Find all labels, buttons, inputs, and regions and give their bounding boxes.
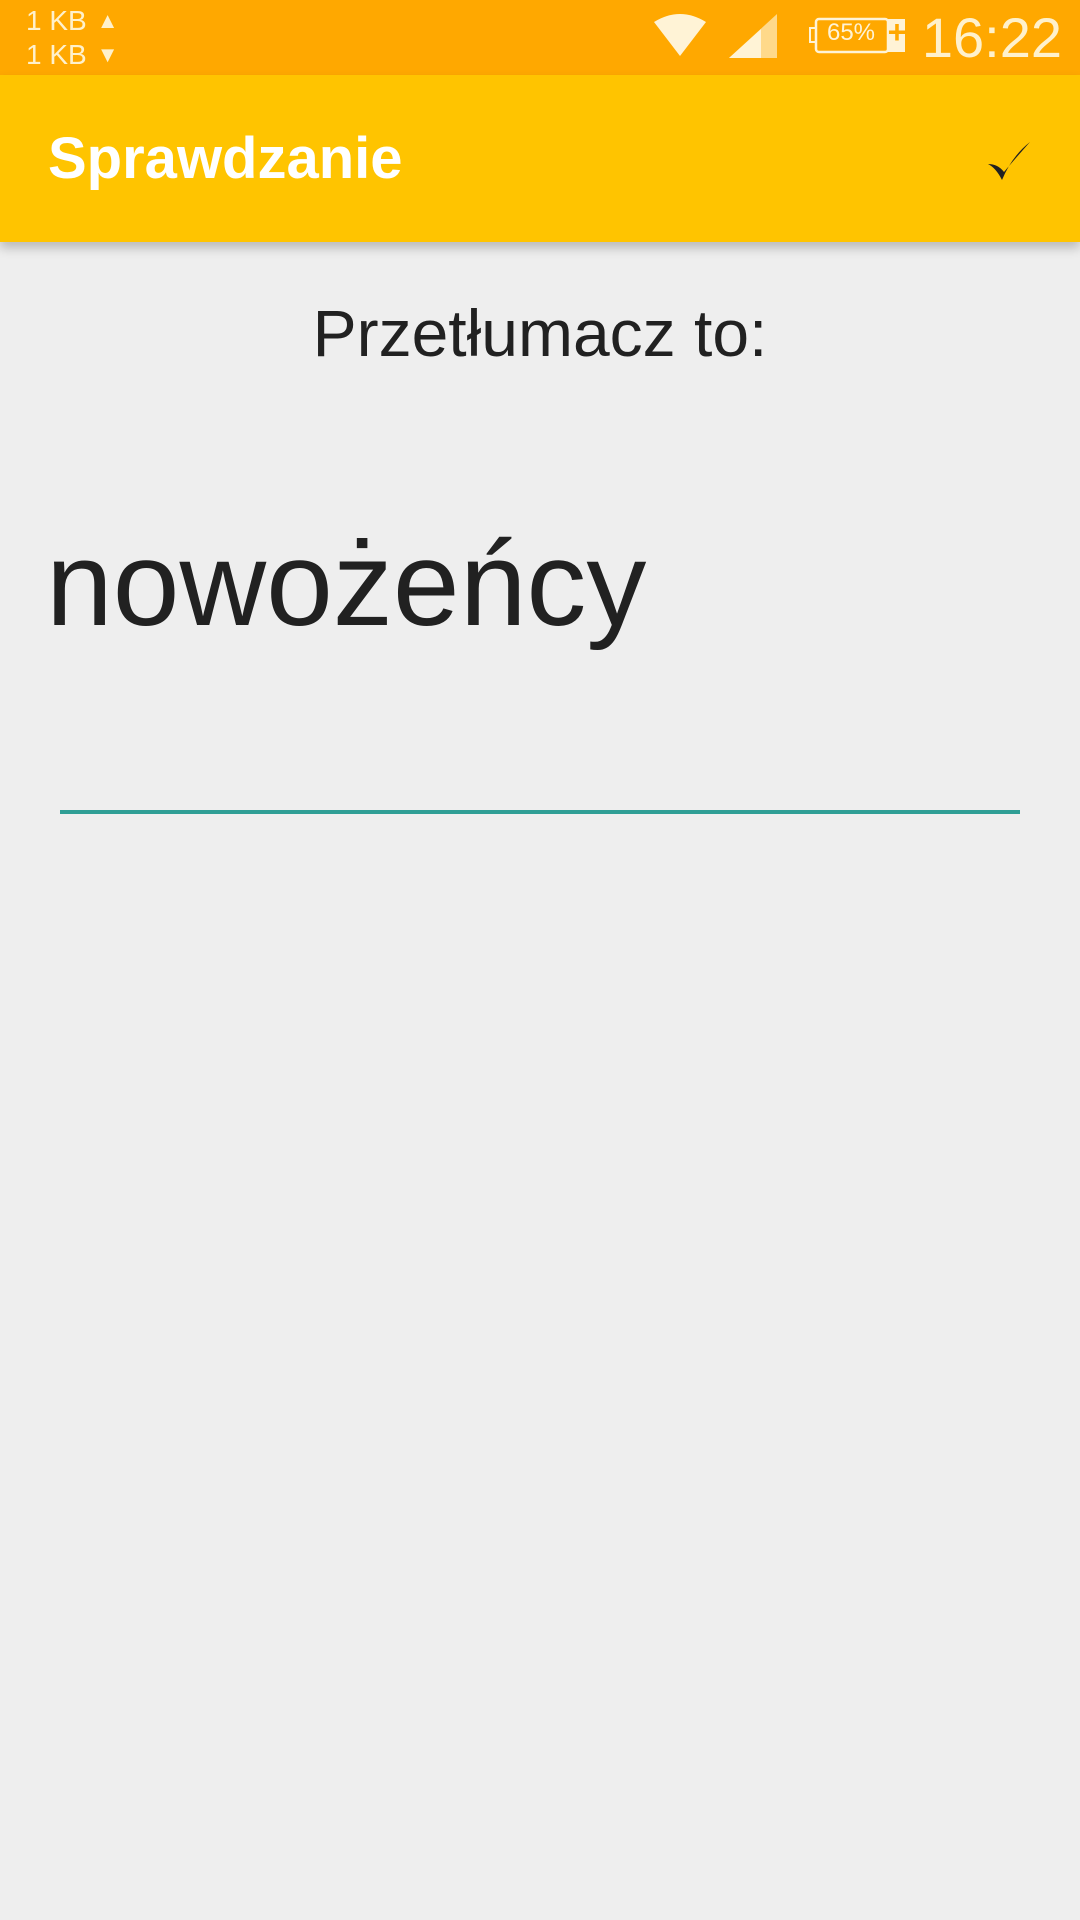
status-bar: 1 KB ▲ 1 KB ▼ 65% + 16:22 bbox=[0, 0, 1080, 75]
word-to-translate: nowożeńcy bbox=[46, 517, 647, 651]
app-title: Sprawdzanie bbox=[48, 126, 403, 191]
network-speed: 1 KB ▲ 1 KB ▼ bbox=[26, 4, 118, 72]
app-bar: Sprawdzanie bbox=[0, 75, 1080, 242]
signal-icon bbox=[727, 12, 779, 65]
clock: 16:22 bbox=[921, 6, 1062, 69]
battery-charging-icon: + bbox=[887, 14, 907, 50]
upload-speed: 1 KB bbox=[26, 5, 87, 36]
wifi-icon bbox=[652, 14, 708, 63]
confirm-button[interactable] bbox=[974, 127, 1044, 197]
answer-input[interactable] bbox=[60, 740, 1020, 814]
translate-prompt: Przetłumacz to: bbox=[312, 296, 768, 370]
download-arrow-icon: ▼ bbox=[96, 42, 119, 67]
download-speed: 1 KB bbox=[26, 39, 87, 70]
battery-icon: 65% + bbox=[808, 14, 908, 61]
upload-arrow-icon: ▲ bbox=[96, 8, 119, 33]
checkmark-icon bbox=[988, 142, 1030, 180]
battery-level: 65% bbox=[826, 19, 876, 46]
